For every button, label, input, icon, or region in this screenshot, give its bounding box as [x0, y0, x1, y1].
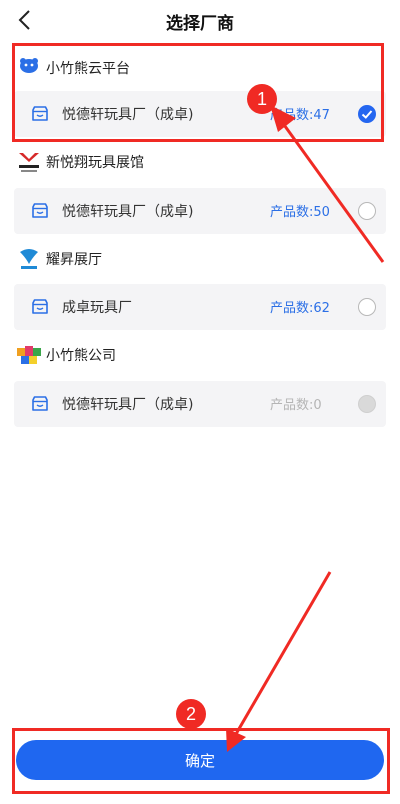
supplier-name: 成卓玩具厂 [62, 300, 132, 316]
annotation-step-badge: 2 [176, 699, 206, 729]
supplier-option-1[interactable]: 悦德轩玩具厂（成卓) 产品数:47 [14, 91, 386, 137]
radio-checked-icon[interactable] [358, 105, 376, 123]
supplier-option-4[interactable]: 悦德轩玩具厂（成卓) 产品数:0 [14, 381, 386, 427]
radio-unchecked-icon[interactable] [358, 202, 376, 220]
group-header-bear-company: 小竹熊公司 [16, 342, 116, 368]
group-header-bear-cloud: 小竹熊云平台 [16, 55, 130, 81]
group-name: 小竹熊公司 [46, 348, 116, 364]
group-header-yaosheng: 耀昇展厅 [16, 246, 102, 272]
confirm-button[interactable]: 确定 [16, 740, 384, 780]
store-icon [32, 396, 48, 411]
group-name: 小竹熊云平台 [46, 61, 130, 77]
radio-disabled-icon [358, 395, 376, 413]
product-count: 产品数:50 [270, 205, 330, 220]
store-icon [32, 106, 48, 121]
supplier-name: 悦德轩玩具厂（成卓) [62, 397, 194, 413]
supplier-name: 悦德轩玩具厂（成卓) [62, 204, 194, 220]
yaosheng-logo-icon [16, 246, 42, 272]
bear-cloud-logo-icon [16, 55, 42, 81]
product-count: 产品数:47 [270, 108, 330, 123]
page-title: 选择厂商 [166, 14, 234, 34]
group-header-ontop: 新悦翔玩具展馆 [16, 149, 144, 175]
group-name: 新悦翔玩具展馆 [46, 155, 144, 171]
annotation-step-badge: 1 [247, 84, 277, 114]
radio-unchecked-icon[interactable] [358, 298, 376, 316]
ontop-logo-icon [16, 149, 42, 175]
store-icon [32, 203, 48, 218]
colorful-blocks-logo-icon [16, 342, 42, 368]
header-bar: 选择厂商 [0, 0, 400, 40]
supplier-option-2[interactable]: 悦德轩玩具厂（成卓) 产品数:50 [14, 188, 386, 234]
supplier-name: 悦德轩玩具厂（成卓) [62, 107, 194, 123]
group-name: 耀昇展厅 [46, 252, 102, 268]
product-count: 产品数:62 [270, 301, 330, 316]
supplier-option-3[interactable]: 成卓玩具厂 产品数:62 [14, 284, 386, 330]
product-count: 产品数:0 [270, 398, 322, 413]
store-icon [32, 299, 48, 314]
